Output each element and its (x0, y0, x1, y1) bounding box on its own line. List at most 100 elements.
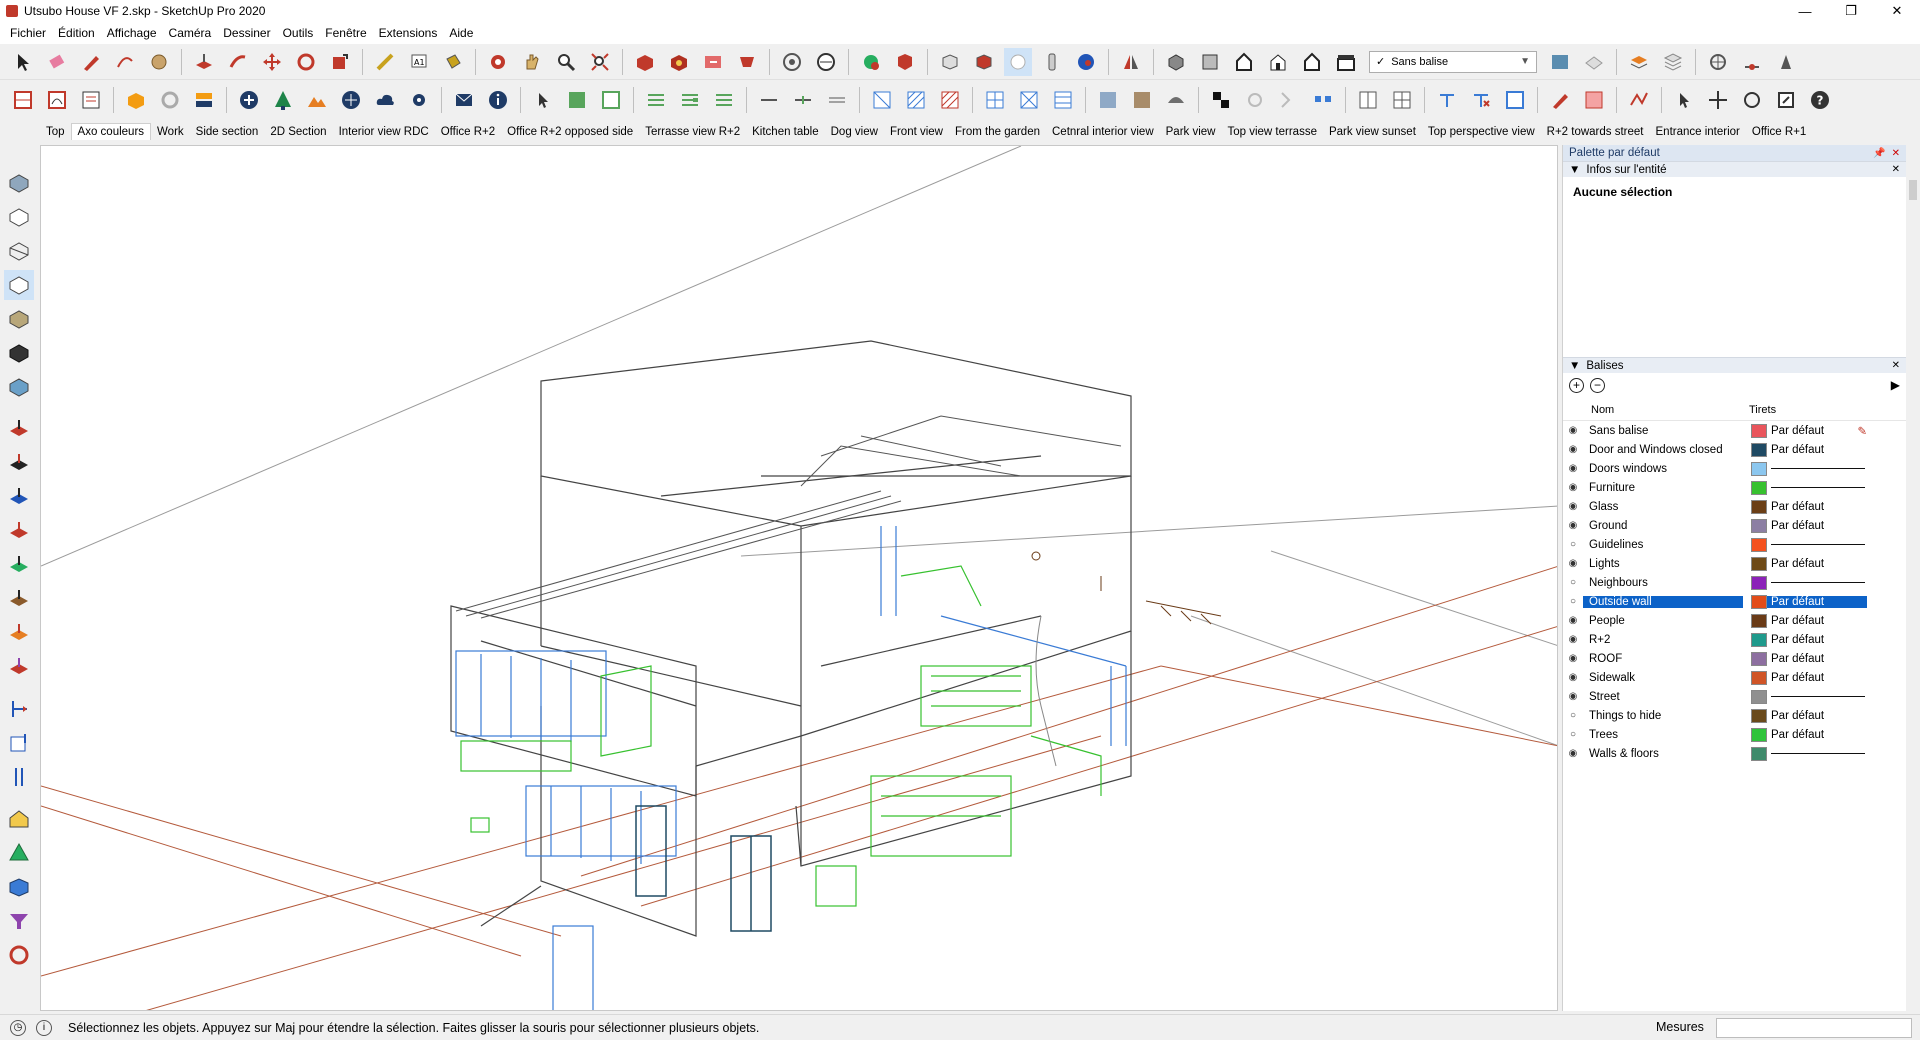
shapes-icon[interactable] (145, 48, 173, 76)
push-pull-icon[interactable] (190, 48, 218, 76)
tab-scene-office-r2[interactable]: Office R+2 (435, 124, 501, 140)
tag-name[interactable]: People (1583, 615, 1743, 627)
tag-row[interactable]: ○ Guidelines (1563, 535, 1906, 554)
photo-texture-icon[interactable] (891, 48, 919, 76)
view-wire-icon[interactable] (4, 202, 34, 232)
extension-warehouse-icon[interactable] (665, 48, 693, 76)
tag-color-swatch[interactable] (1751, 727, 1767, 742)
tab-scene-terrasse-r2[interactable]: Terrasse view R+2 (639, 124, 746, 140)
grid-diag-icon[interactable] (1015, 86, 1043, 114)
scale-arrows-icon[interactable] (1772, 86, 1800, 114)
tag-color-swatch[interactable] (1751, 708, 1767, 723)
tag-row[interactable]: ○ Things to hide Par défaut (1563, 706, 1906, 725)
texture-3-icon[interactable] (1162, 86, 1190, 114)
tag-name[interactable]: Furniture (1583, 482, 1743, 494)
section-plane-icon[interactable] (812, 48, 840, 76)
tab-scene-r2-towards-street[interactable]: R+2 towards street (1541, 124, 1650, 140)
select-pointer-icon[interactable] (529, 86, 557, 114)
tag-dash[interactable]: Par défaut (1767, 672, 1867, 684)
back-view-icon[interactable] (1298, 48, 1326, 76)
tray-close-icon[interactable]: ✕ (1892, 148, 1900, 159)
tag-color-swatch[interactable] (1751, 499, 1767, 514)
walk-icon[interactable] (1772, 48, 1800, 76)
tag-name[interactable]: R+2 (1583, 634, 1743, 646)
sandbox-7-icon[interactable] (4, 618, 34, 648)
tag-name[interactable]: Ground (1583, 520, 1743, 532)
tab-scene-work[interactable]: Work (151, 124, 190, 140)
arc-icon[interactable] (111, 48, 139, 76)
shaded-mode-icon[interactable] (1004, 47, 1032, 76)
materials-icon[interactable] (1546, 48, 1574, 76)
texture-2-icon[interactable] (1128, 86, 1156, 114)
tag-row[interactable]: ◉ Sidewalk Par défaut (1563, 668, 1906, 687)
eye-icon[interactable]: ◉ (1563, 615, 1583, 626)
zoom-icon[interactable] (552, 48, 580, 76)
text-icon[interactable]: A1 (405, 48, 433, 76)
tab-scene-dog-view[interactable]: Dog view (825, 124, 884, 140)
eye-icon[interactable]: ◉ (1563, 748, 1583, 759)
orbit-icon[interactable] (484, 48, 512, 76)
tag-row[interactable]: ◉ Glass Par défaut (1563, 497, 1906, 516)
tag-dash[interactable]: Par défaut (1767, 595, 1867, 608)
tag-name[interactable]: Guidelines (1583, 539, 1743, 551)
menu-fichier[interactable]: Fichier (4, 26, 52, 40)
select-tool-icon[interactable] (9, 48, 37, 76)
tag-name[interactable]: Trees (1583, 729, 1743, 741)
eye-icon[interactable]: ◉ (1563, 520, 1583, 531)
active-tag-select[interactable]: ✓ Sans balise ▼ (1369, 50, 1537, 73)
follow-me-icon[interactable] (224, 48, 252, 76)
tag-color-swatch[interactable] (1751, 423, 1767, 438)
tag-color-swatch[interactable] (1751, 518, 1767, 533)
tab-scene-top-view-terrasse[interactable]: Top view terrasse (1221, 124, 1322, 140)
paint-bucket-icon[interactable] (439, 48, 467, 76)
eye-icon[interactable]: ◉ (1563, 634, 1583, 645)
pencil-edit-icon[interactable]: ✎ (1857, 424, 1867, 438)
zoom-extents-icon[interactable] (586, 48, 614, 76)
view-iso-icon[interactable] (4, 168, 34, 198)
tags-details-icon[interactable]: ▶ (1891, 378, 1900, 392)
grid-hatch-red-icon[interactable] (936, 86, 964, 114)
eye-closed-icon[interactable]: ○ (1563, 729, 1583, 740)
style-builder-icon[interactable] (43, 86, 71, 114)
tab-scene-interior-view-rdc[interactable]: Interior view RDC (333, 124, 435, 140)
add-circle-icon[interactable] (235, 86, 263, 114)
move-array-icon[interactable] (1433, 86, 1461, 114)
menu-affichage[interactable]: Affichage (101, 26, 163, 40)
tab-scene-top[interactable]: Top (40, 124, 71, 140)
info-icon[interactable] (484, 86, 512, 114)
sandbox-8-icon[interactable] (4, 652, 34, 682)
view-shaded-icon[interactable] (4, 270, 34, 300)
tag-dash[interactable]: Par défaut ✎ (1767, 424, 1867, 438)
tab-scene-2d-section[interactable]: 2D Section (264, 124, 332, 140)
align-icon[interactable] (642, 86, 670, 114)
export-icon[interactable] (190, 86, 218, 114)
close-icon[interactable]: ✕ (1874, 0, 1920, 22)
sandbox-2-icon[interactable] (4, 448, 34, 478)
tag-color-swatch[interactable] (1751, 442, 1767, 457)
help-icon[interactable]: ? (1806, 86, 1834, 114)
email-icon[interactable] (450, 86, 478, 114)
eye-icon[interactable]: ◉ (1563, 558, 1583, 569)
spiral-red-icon[interactable] (4, 940, 34, 970)
group-icon[interactable] (563, 86, 591, 114)
tags-close-icon[interactable]: ✕ (1892, 360, 1900, 371)
tag-row[interactable]: ◉ People Par défaut (1563, 611, 1906, 630)
tag-row[interactable]: ◉ Ground Par défaut (1563, 516, 1906, 535)
model-viewport[interactable] (40, 145, 1558, 1011)
tag-name[interactable]: Glass (1583, 501, 1743, 513)
tag-dash[interactable]: Par défaut (1767, 729, 1867, 741)
tag-dash[interactable]: Par défaut (1767, 653, 1867, 665)
move-icon[interactable] (258, 48, 286, 76)
pan-icon[interactable] (518, 48, 546, 76)
camera-icon[interactable] (1038, 48, 1066, 76)
sandbox-icon[interactable] (4, 414, 34, 444)
layers-stack-icon[interactable] (1659, 48, 1687, 76)
tag-color-swatch[interactable] (1751, 556, 1767, 571)
tag-name[interactable]: Lights (1583, 558, 1743, 570)
tab-scene-office-r2-opposed[interactable]: Office R+2 opposed side (501, 124, 639, 140)
menu-edition[interactable]: Édition (52, 26, 101, 40)
pencil-icon[interactable] (77, 48, 105, 76)
sandbox-5-icon[interactable] (4, 550, 34, 580)
menu-fenetre[interactable]: Fenêtre (319, 26, 372, 40)
view-hidden-icon[interactable] (4, 236, 34, 266)
